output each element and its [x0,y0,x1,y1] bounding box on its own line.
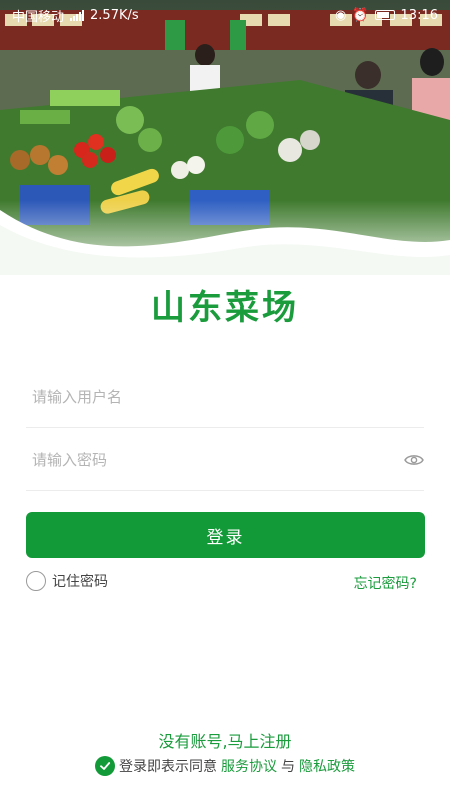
alarm-icon: ⏰ [352,7,369,23]
remember-password-toggle[interactable]: 记住密码 [26,571,108,591]
hero-market-image [0,0,450,275]
password-field [26,429,424,491]
username-field [26,366,424,428]
service-agreement-link[interactable]: 服务协议 [221,756,277,776]
username-input[interactable] [26,366,424,427]
register-link[interactable]: 没有账号,马上注册 [0,728,450,752]
status-bar-left: 中国移动 2.57K/s [12,6,139,25]
eye-comfort-icon: ◉ [335,7,347,23]
login-button[interactable]: 登录 [26,512,425,558]
password-input[interactable] [26,429,424,490]
agreement-check-icon[interactable] [95,756,115,776]
status-bar: 中国移动 2.57K/s ◉ ⏰ 13:16 [0,0,450,30]
app-title: 山东菜场 [151,288,299,328]
clock-time: 13:16 [400,7,438,23]
signal-icon [70,9,85,21]
agreement-row: 登录即表示同意 服务协议与隐私政策 [0,756,450,776]
remember-password-label: 记住密码 [52,574,108,590]
network-speed: 2.57K/s [90,7,139,23]
battery-icon [374,10,395,20]
agreement-conjunction: 与 [281,759,295,775]
status-bar-right: ◉ ⏰ 13:16 [335,8,438,23]
privacy-policy-link[interactable]: 隐私政策 [299,756,355,776]
remember-radio-icon[interactable] [26,571,46,591]
forgot-password-link[interactable]: 忘记密码? [354,573,417,593]
carrier-label: 中国移动 [12,9,65,25]
agreement-prefix: 登录即表示同意 [119,759,217,775]
market-photo-illustration [0,0,450,275]
show-password-eye-icon[interactable] [404,450,424,470]
